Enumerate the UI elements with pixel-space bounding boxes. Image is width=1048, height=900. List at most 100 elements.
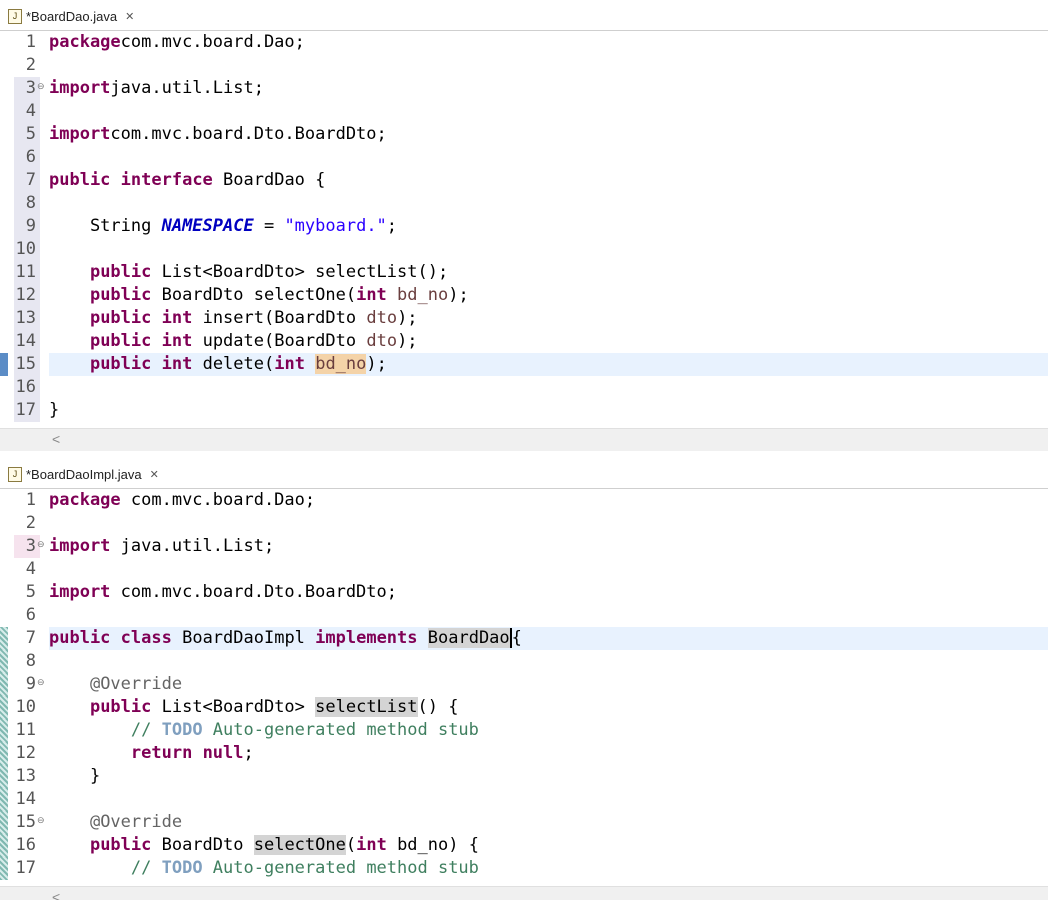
code-line[interactable]: 2 xyxy=(0,512,1048,535)
code-text[interactable] xyxy=(49,788,1048,811)
code-text[interactable]: public List<BoardDto> selectList() { xyxy=(49,696,1048,719)
code-text[interactable] xyxy=(49,558,1048,581)
code-line[interactable]: 12 public BoardDto selectOne(int bd_no); xyxy=(0,284,1048,307)
code-line[interactable]: 8 xyxy=(0,650,1048,673)
code-line[interactable]: 7 public class BoardDaoImpl implements Bo… xyxy=(0,627,1048,650)
close-icon[interactable]: ✕ xyxy=(125,10,134,23)
code-line[interactable]: 13 } xyxy=(0,765,1048,788)
code-text[interactable]: String NAMESPACE = "myboard."; xyxy=(49,215,1048,238)
code-text[interactable]: importcom.mvc.board.Dto.BoardDto; xyxy=(49,123,1048,146)
fold-collapse-icon[interactable]: ⊖ xyxy=(37,539,45,550)
change-marker xyxy=(0,857,8,880)
code-line[interactable]: 10 xyxy=(0,238,1048,261)
code-text[interactable]: import java.util.List; xyxy=(49,535,1048,558)
code-text[interactable]: public int update(BoardDto dto); xyxy=(49,330,1048,353)
code-line[interactable]: 11 // TODO Auto-generated method stub xyxy=(0,719,1048,742)
line-number: 8 xyxy=(25,651,36,671)
code-text[interactable]: @Override xyxy=(49,811,1048,834)
fold-collapse-icon[interactable]: ⊖ xyxy=(37,81,45,92)
code-text[interactable] xyxy=(49,376,1048,399)
code-text[interactable]: public int insert(BoardDto dto); xyxy=(49,307,1048,330)
code-text[interactable]: public List<BoardDto> selectList(); xyxy=(49,261,1048,284)
code-token: update(BoardDto xyxy=(192,331,367,351)
code-text[interactable]: importjava.util.List; xyxy=(49,77,1048,100)
code-line[interactable]: 16 xyxy=(0,376,1048,399)
code-text[interactable] xyxy=(49,512,1048,535)
code-line[interactable]: 4 xyxy=(0,558,1048,581)
code-token: ); xyxy=(366,354,387,374)
code-text[interactable]: import com.mvc.board.Dto.BoardDto; xyxy=(49,581,1048,604)
scroll-left-icon[interactable]: < xyxy=(52,431,60,447)
scroll-left-icon[interactable]: < xyxy=(52,889,60,900)
code-text[interactable]: package com.mvc.board.Dao; xyxy=(49,489,1048,512)
code-line[interactable]: 3 ⊖ importjava.util.List; xyxy=(0,77,1048,100)
close-icon[interactable]: ✕ xyxy=(150,468,159,481)
code-line[interactable]: 3 ⊖ import java.util.List; xyxy=(0,535,1048,558)
horizontal-scrollbar[interactable]: < xyxy=(0,428,1048,451)
code-text[interactable]: @Override xyxy=(49,673,1048,696)
line-number: 1 xyxy=(25,32,36,52)
code-text[interactable]: public BoardDto selectOne(int bd_no); xyxy=(49,284,1048,307)
code-line[interactable]: 6 xyxy=(0,146,1048,169)
code-token: Auto-generated method stub xyxy=(202,858,479,878)
code-text[interactable]: public int delete(int bd_no); xyxy=(49,353,1048,376)
tab-boarddao-java[interactable]: J *BoardDao.java ✕ xyxy=(4,3,138,29)
code-text[interactable]: } xyxy=(49,765,1048,788)
code-line[interactable]: 5 importcom.mvc.board.Dto.BoardDto; xyxy=(0,123,1048,146)
code-token: import xyxy=(49,582,111,602)
code-line[interactable]: 9 String NAMESPACE = "myboard."; xyxy=(0,215,1048,238)
fold-collapse-icon[interactable]: ⊖ xyxy=(37,815,45,826)
code-line[interactable]: 7 public interface BoardDao { xyxy=(0,169,1048,192)
code-line[interactable]: 15 ⊖ @Override xyxy=(0,811,1048,834)
code-line[interactable]: 8 xyxy=(0,192,1048,215)
code-line[interactable]: 9 ⊖ @Override xyxy=(0,673,1048,696)
code-text[interactable]: public class BoardDaoImpl implements Boa… xyxy=(49,627,1048,650)
code-text[interactable]: // TODO Auto-generated method stub xyxy=(49,719,1048,742)
code-line[interactable]: 15 public int delete(int bd_no); xyxy=(0,353,1048,376)
code-token: public xyxy=(89,262,152,282)
line-number: 12 xyxy=(15,285,36,305)
code-line[interactable]: 14 xyxy=(0,788,1048,811)
code-line[interactable]: 12 return null; xyxy=(0,742,1048,765)
code-line[interactable]: 2 xyxy=(0,54,1048,77)
code-line[interactable]: 14 public int update(BoardDto dto); xyxy=(0,330,1048,353)
code-token: java.util.List; xyxy=(110,78,264,98)
code-text[interactable] xyxy=(49,650,1048,673)
code-text[interactable]: // TODO Auto-generated method stub xyxy=(49,857,1048,880)
code-line[interactable]: 1 package com.mvc.board.Dao; xyxy=(0,489,1048,512)
code-text[interactable]: public interface BoardDao { xyxy=(49,169,1048,192)
code-line[interactable]: 6 xyxy=(0,604,1048,627)
code-line[interactable]: 4 xyxy=(0,100,1048,123)
code-text[interactable]: public BoardDto selectOne(int bd_no) { xyxy=(49,834,1048,857)
code-text[interactable] xyxy=(49,54,1048,77)
code-token: selectOne xyxy=(253,835,346,855)
code-text[interactable]: return null; xyxy=(49,742,1048,765)
code-line[interactable]: 17 // TODO Auto-generated method stub xyxy=(0,857,1048,880)
code-line[interactable]: 13 public int insert(BoardDto dto); xyxy=(0,307,1048,330)
code-text[interactable]: } xyxy=(49,399,1048,422)
code-line[interactable]: 5 import com.mvc.board.Dto.BoardDto; xyxy=(0,581,1048,604)
horizontal-scrollbar[interactable]: < xyxy=(0,886,1048,900)
tab-boarddaoimpl-java[interactable]: J *BoardDaoImpl.java ✕ xyxy=(4,461,163,487)
fold-collapse-icon[interactable]: ⊖ xyxy=(37,677,45,688)
code-line[interactable]: 1 packagecom.mvc.board.Dao; xyxy=(0,31,1048,54)
code-text[interactable] xyxy=(49,100,1048,123)
code-line[interactable]: 10 public List<BoardDto> selectList() { xyxy=(0,696,1048,719)
code-text[interactable]: packagecom.mvc.board.Dao; xyxy=(49,31,1048,54)
code-token: class xyxy=(120,628,172,648)
code-text[interactable] xyxy=(49,238,1048,261)
code-line[interactable]: 17} xyxy=(0,399,1048,422)
code-token: ); xyxy=(397,331,418,351)
line-number: 5 xyxy=(25,124,36,144)
code-line[interactable]: 11 public List<BoardDto> selectList(); xyxy=(0,261,1048,284)
code-text[interactable] xyxy=(49,604,1048,627)
tab-label: *BoardDao.java xyxy=(26,8,118,24)
code-text[interactable] xyxy=(49,146,1048,169)
code-line[interactable]: 16 public BoardDto selectOne(int bd_no) … xyxy=(0,834,1048,857)
code-text[interactable] xyxy=(49,192,1048,215)
editor-pane-boarddaoimpl: J *BoardDaoImpl.java ✕ 1 package com.mvc.… xyxy=(0,458,1048,900)
